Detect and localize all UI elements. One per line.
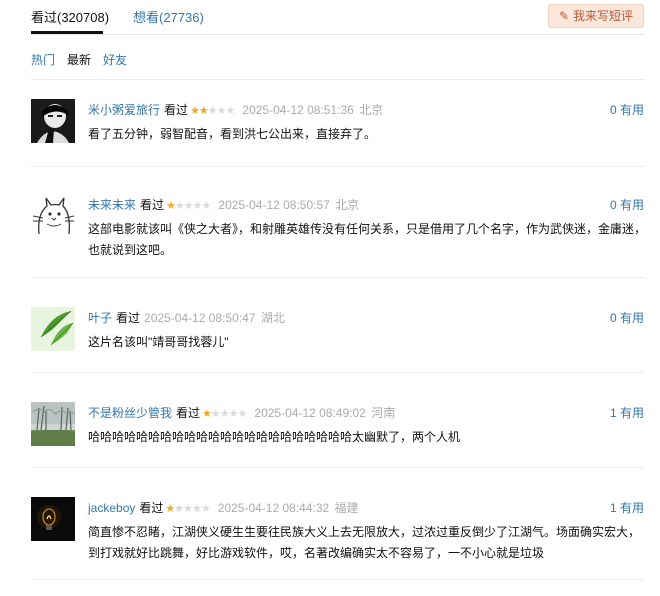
tab-bar: 看过(320708) 想看(27736) ✎ 我来写短评 — [0, 0, 660, 36]
write-review-label: 我来写短评 — [573, 9, 634, 23]
comment-header: 未来未来 看过 ★★★★★ 2025-04-12 08:50:57 北京 — [88, 196, 359, 213]
username[interactable]: 未来未来 — [88, 198, 136, 212]
rating-stars: ★★★★★ — [166, 200, 212, 212]
avatar[interactable] — [31, 99, 75, 143]
star-filled-icon: ★ — [190, 105, 200, 117]
star-empty-icon: ★ — [183, 503, 193, 515]
vote-label: 有用 — [619, 103, 644, 117]
pencil-icon: ✎ — [559, 9, 570, 23]
comment-location: 湖北 — [260, 311, 285, 325]
vote-count: 1 — [609, 501, 617, 515]
username[interactable]: 叶子 — [88, 311, 112, 325]
watch-status: 看过 — [139, 501, 164, 515]
comment-divider — [31, 277, 645, 278]
useful-vote[interactable]: 1 有用 — [610, 404, 644, 421]
comment-time: 2025-04-12 08:49:02 — [254, 406, 366, 420]
watch-status: 看过 — [176, 406, 201, 420]
tab-seen[interactable]: 看过(320708) — [31, 7, 109, 26]
star-empty-icon: ★ — [192, 503, 202, 515]
comment-divider — [31, 467, 645, 468]
comment-divider — [31, 579, 645, 580]
username[interactable]: 米小粥爱旅行 — [88, 103, 160, 117]
star-empty-icon: ★ — [237, 408, 248, 420]
star-filled-icon: ★ — [202, 408, 212, 420]
watch-status: 看过 — [164, 103, 189, 117]
comment-time: 2025-04-12 08:50:47 — [144, 311, 256, 325]
star-empty-icon: ★ — [210, 408, 221, 420]
star-empty-icon: ★ — [201, 200, 212, 212]
star-empty-icon: ★ — [216, 105, 227, 117]
star-filled-icon: ★ — [198, 105, 209, 117]
comment-text: 哈哈哈哈哈哈哈哈哈哈哈哈哈哈哈哈哈哈哈哈哈哈太幽默了，两个人机 — [88, 430, 461, 444]
vote-label: 有用 — [619, 406, 644, 420]
comment-time: 2025-04-12 08:51:36 — [242, 103, 354, 117]
comment-text: 这片名该叫"靖哥哥找蓉儿" — [88, 335, 229, 349]
avatar[interactable] — [31, 497, 75, 541]
useful-vote[interactable]: 1 有用 — [610, 499, 644, 516]
comment-location: 河南 — [371, 406, 396, 420]
star-empty-icon: ★ — [192, 200, 203, 212]
useful-vote[interactable]: 0 有用 — [610, 196, 644, 213]
star-filled-icon: ★ — [166, 200, 176, 212]
star-empty-icon: ★ — [228, 408, 239, 420]
star-empty-icon: ★ — [225, 105, 236, 117]
watch-status: 看过 — [116, 311, 141, 325]
comment-header: 米小粥爱旅行 看过 ★★★★★ 2025-04-12 08:51:36 北京 — [88, 101, 383, 118]
vote-label: 有用 — [619, 501, 644, 515]
star-empty-icon: ★ — [174, 200, 185, 212]
star-empty-icon: ★ — [219, 408, 230, 420]
vote-label: 有用 — [619, 198, 644, 212]
write-review-button[interactable]: ✎ 我来写短评 — [548, 4, 644, 28]
comment-text: 这部电影就该叫《侠之大者》，和射雕英雄传没有任何关系，只是借用了几个名字，作为武… — [88, 222, 647, 257]
comment-header: 叶子 看过 2025-04-12 08:50:47 湖北 — [88, 309, 285, 326]
comment-text: 看了五分钟，弱智配音，看到洪七公出来，直接弃了。 — [88, 127, 377, 141]
rating-stars: ★★★★★ — [190, 105, 236, 117]
sort-hot[interactable]: 热门 — [31, 51, 55, 68]
vote-count: 1 — [609, 406, 617, 420]
comment-time: 2025-04-12 08:44:32 — [217, 501, 330, 515]
avatar[interactable] — [31, 402, 75, 446]
useful-vote[interactable]: 0 有用 — [610, 101, 644, 118]
comment-location: 北京 — [335, 198, 360, 212]
username[interactable]: jackeboy — [88, 501, 135, 515]
star-empty-icon: ★ — [183, 200, 194, 212]
comment-location: 福建 — [334, 501, 359, 515]
star-empty-icon: ★ — [200, 503, 211, 515]
vote-count: 0 — [609, 198, 617, 212]
sort-latest[interactable]: 最新 — [67, 51, 91, 68]
comment-text: 简直惨不忍睹，江湖侠义硬生生要往民族大义上去无限放大，过浓过重反倒少了江湖气。场… — [88, 525, 641, 560]
comment-header: jackeboy 看过 ★★★★★ 2025-04-12 08:44:32 福建 — [88, 499, 359, 516]
tab-want[interactable]: 想看(27736) — [133, 7, 204, 26]
rating-stars: ★★★★★ — [165, 503, 211, 515]
username[interactable]: 不是粉丝少管我 — [88, 406, 172, 420]
star-empty-icon: ★ — [207, 105, 218, 117]
rating-stars: ★★★★★ — [202, 408, 248, 420]
avatar[interactable] — [31, 307, 75, 351]
comment-divider — [31, 166, 645, 167]
comment-location: 北京 — [359, 103, 384, 117]
watch-status: 看过 — [140, 198, 165, 212]
tab-divider — [31, 34, 645, 35]
sort-friends[interactable]: 好友 — [103, 51, 127, 68]
vote-count: 0 — [609, 311, 617, 325]
useful-vote[interactable]: 0 有用 — [610, 309, 644, 326]
star-empty-icon: ★ — [174, 503, 184, 515]
comment-divider — [31, 372, 645, 373]
avatar[interactable] — [31, 194, 75, 238]
star-filled-icon: ★ — [165, 503, 175, 515]
comment-header: 不是粉丝少管我 看过 ★★★★★ 2025-04-12 08:49:02 河南 — [88, 404, 395, 421]
vote-label: 有用 — [619, 311, 644, 325]
comment-time: 2025-04-12 08:50:57 — [218, 198, 330, 212]
sort-divider — [31, 79, 645, 80]
vote-count: 0 — [609, 103, 617, 117]
